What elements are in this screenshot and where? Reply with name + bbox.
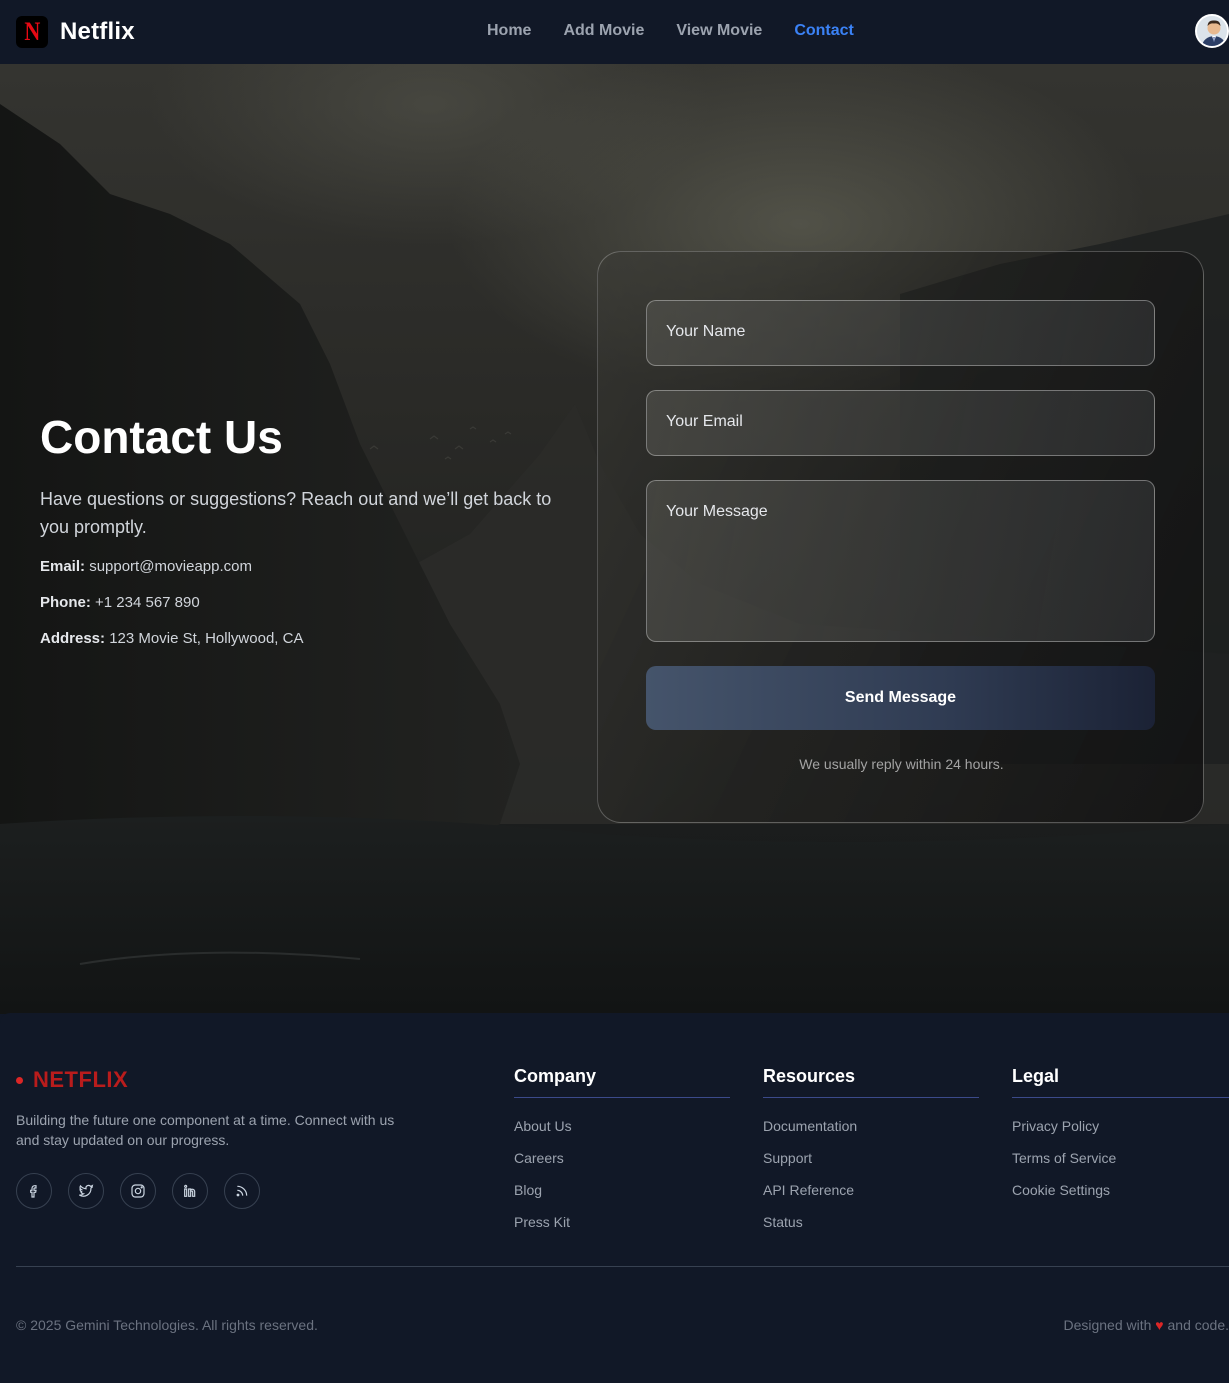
footer-column-title: Resources <box>763 1066 979 1098</box>
nav-link-home[interactable]: Home <box>471 22 547 40</box>
footer-column-title: Company <box>514 1066 730 1098</box>
footer-link-terms-of-service[interactable]: Terms of Service <box>1012 1150 1229 1182</box>
footer-column-company: Company About Us Careers Blog Press Kit <box>514 1066 730 1246</box>
email-input[interactable]: Your Email <box>646 390 1155 456</box>
footer-column-legal: Legal Privacy Policy Terms of Service Co… <box>1012 1066 1229 1214</box>
footer-column-resources: Resources Documentation Support API Refe… <box>763 1066 979 1246</box>
main-nav: Home Add Movie View Movie Contact <box>471 22 870 40</box>
designed-with-note: Designed with ♥ and code. <box>1063 1317 1229 1333</box>
navbar: N Netflix Home Add Movie View Movie Cont… <box>0 0 1229 64</box>
nav-link-contact[interactable]: Contact <box>778 22 870 40</box>
contact-hero: Contact Us Have questions or suggestions… <box>0 64 1229 1014</box>
footer-link-blog[interactable]: Blog <box>514 1182 730 1214</box>
footer-description: Building the future one component at a t… <box>16 1112 395 1148</box>
footer-column-title: Legal <box>1012 1066 1229 1098</box>
netflix-logo-icon: N <box>16 16 48 48</box>
contact-email-row: Email: support@movieapp.com <box>40 557 560 577</box>
nav-link-view-movie[interactable]: View Movie <box>660 22 778 40</box>
logo-letter: N <box>24 17 40 46</box>
page-title: Contact Us <box>40 411 283 463</box>
footer-link-about-us[interactable]: About Us <box>514 1118 730 1150</box>
footer-link-privacy-policy[interactable]: Privacy Policy <box>1012 1118 1229 1150</box>
contact-form: Your Name Your Email Your Message Send M… <box>597 251 1204 823</box>
footer-link-api-reference[interactable]: API Reference <box>763 1182 979 1214</box>
designed-suffix: and code. <box>1167 1317 1229 1333</box>
phone-label: Phone: <box>40 593 91 611</box>
footer-link-careers[interactable]: Careers <box>514 1150 730 1182</box>
brand[interactable]: N Netflix <box>16 16 135 48</box>
footer-link-press-kit[interactable]: Press Kit <box>514 1214 730 1246</box>
email-value: support@movieapp.com <box>89 557 252 575</box>
user-avatar-icon <box>1197 16 1227 46</box>
linkedin-icon[interactable] <box>172 1173 208 1209</box>
send-message-button[interactable]: Send Message <box>646 666 1155 730</box>
reply-note: We usually reply within 24 hours. <box>799 756 1004 772</box>
address-value: 123 Movie St, Hollywood, CA <box>109 629 304 647</box>
footer-link-documentation[interactable]: Documentation <box>763 1118 979 1150</box>
footer-divider <box>16 1266 1229 1267</box>
nav-link-add-movie[interactable]: Add Movie <box>547 22 660 40</box>
contact-phone-row: Phone: +1 234 567 890 <box>40 593 560 613</box>
rss-icon[interactable] <box>224 1173 260 1209</box>
designed-prefix: Designed with <box>1063 1317 1152 1333</box>
footer-logo: NETFLIX <box>33 1067 129 1092</box>
brand-dot-icon <box>16 1076 23 1084</box>
footer-link-cookie-settings[interactable]: Cookie Settings <box>1012 1182 1229 1214</box>
footer-link-support[interactable]: Support <box>763 1150 979 1182</box>
name-input[interactable]: Your Name <box>646 300 1155 366</box>
twitter-icon[interactable] <box>68 1173 104 1209</box>
social-links <box>16 1173 260 1209</box>
address-label: Address: <box>40 629 106 647</box>
facebook-icon[interactable] <box>16 1173 52 1209</box>
contact-address-row: Address: 123 Movie St, Hollywood, CA <box>40 629 560 649</box>
footer: NETFLIX Building the future one componen… <box>0 1013 1229 1383</box>
instagram-icon[interactable] <box>120 1173 156 1209</box>
copyright: © 2025 Gemini Technologies. All rights r… <box>16 1317 318 1333</box>
contact-subtitle: Have questions or suggestions? Reach out… <box>40 488 552 537</box>
brand-name: Netflix <box>60 18 135 45</box>
avatar[interactable] <box>1195 14 1229 48</box>
heart-icon: ♥ <box>1155 1317 1164 1333</box>
phone-value: +1 234 567 890 <box>95 593 200 611</box>
footer-brand[interactable]: NETFLIX <box>16 1067 128 1093</box>
contact-info: Contact Us Have questions or suggestions… <box>40 412 560 649</box>
footer-link-status[interactable]: Status <box>763 1214 979 1246</box>
email-label: Email: <box>40 557 86 575</box>
message-textarea[interactable]: Your Message <box>646 480 1155 642</box>
